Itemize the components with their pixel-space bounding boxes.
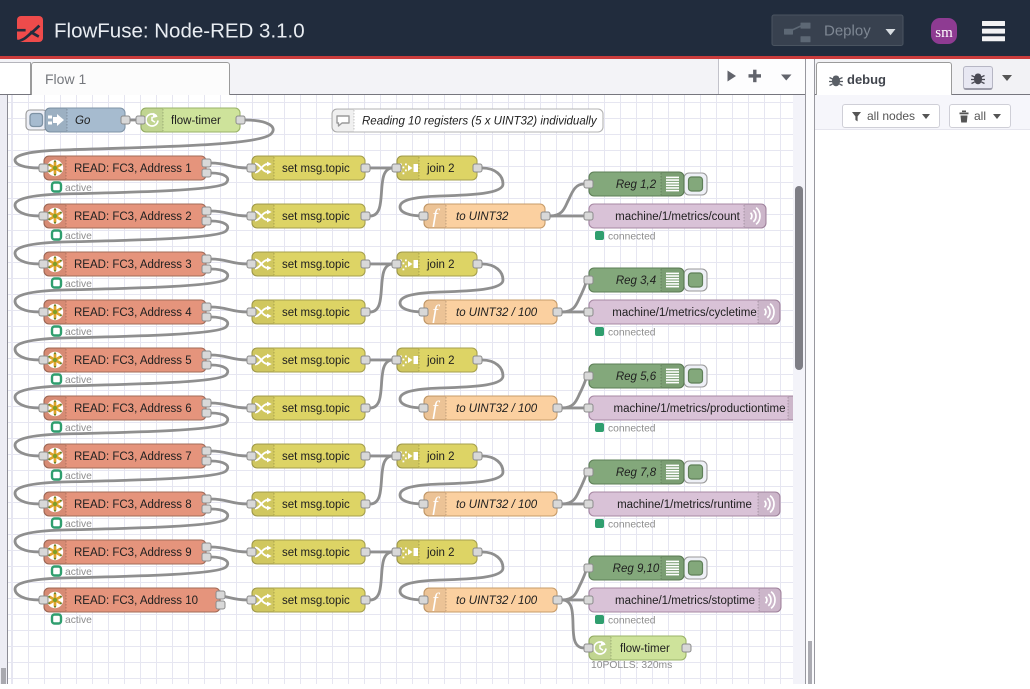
svg-text:READ: FC3, Address 10: READ: FC3, Address 10 — [74, 595, 198, 607]
svg-text:READ: FC3, Address 5: READ: FC3, Address 5 — [74, 355, 192, 367]
svg-text:to UINT32 / 100: to UINT32 / 100 — [456, 595, 538, 607]
svg-text:READ: FC3, Address 9: READ: FC3, Address 9 — [74, 547, 192, 559]
svg-text:active: active — [65, 375, 92, 386]
svg-text:READ: FC3, Address 2: READ: FC3, Address 2 — [74, 211, 192, 223]
svg-text:active: active — [65, 183, 92, 194]
svg-text:active: active — [65, 279, 92, 290]
svg-text:active: active — [65, 423, 92, 434]
svg-text:set msg.topic: set msg.topic — [282, 259, 350, 271]
svg-text:set msg.topic: set msg.topic — [282, 163, 350, 175]
svg-text:set msg.topic: set msg.topic — [282, 451, 350, 463]
svg-text:to UINT32 / 100: to UINT32 / 100 — [456, 499, 538, 511]
svg-text:Reg 5,6: Reg 5,6 — [616, 371, 657, 383]
svg-text:flow-timer: flow-timer — [171, 115, 221, 127]
svg-text:Deploy: Deploy — [824, 23, 871, 40]
svg-text:active: active — [65, 519, 92, 530]
svg-text:Reg 1,2: Reg 1,2 — [616, 179, 657, 191]
svg-text:active: active — [65, 231, 92, 242]
svg-text:active: active — [65, 567, 92, 578]
svg-text:READ: FC3, Address 1: READ: FC3, Address 1 — [74, 163, 192, 175]
svg-text:set msg.topic: set msg.topic — [282, 211, 350, 223]
svg-text:active: active — [65, 327, 92, 338]
svg-text:join 2: join 2 — [426, 355, 455, 367]
svg-text:join 2: join 2 — [426, 547, 455, 559]
svg-text:READ: FC3, Address 6: READ: FC3, Address 6 — [74, 403, 192, 415]
svg-text:set msg.topic: set msg.topic — [282, 403, 350, 415]
svg-text:Reg 9,10: Reg 9,10 — [613, 563, 660, 575]
svg-text:set msg.topic: set msg.topic — [282, 547, 350, 559]
svg-text:to UINT32 / 100: to UINT32 / 100 — [456, 307, 538, 319]
svg-text:FlowFuse: Node-RED 3.1.0: FlowFuse: Node-RED 3.1.0 — [54, 20, 305, 43]
svg-text:machine/1/metrics/count: machine/1/metrics/count — [615, 211, 740, 223]
svg-text:active: active — [65, 471, 92, 482]
svg-text:connected: connected — [608, 231, 656, 242]
svg-text:10POLLS: 320ms: 10POLLS: 320ms — [591, 660, 672, 671]
svg-text:flow-timer: flow-timer — [620, 643, 670, 655]
svg-text:set msg.topic: set msg.topic — [282, 355, 350, 367]
svg-text:Reg 3,4: Reg 3,4 — [616, 275, 656, 287]
svg-text:machine/1/metrics/cycletime: machine/1/metrics/cycletime — [612, 307, 756, 319]
svg-text:join 2: join 2 — [426, 451, 455, 463]
svg-text:machine/1/metrics/runtime: machine/1/metrics/runtime — [617, 499, 752, 511]
svg-text:Reg 7,8: Reg 7,8 — [616, 467, 657, 479]
svg-text:connected: connected — [608, 327, 656, 338]
svg-text:READ: FC3, Address 8: READ: FC3, Address 8 — [74, 499, 192, 511]
svg-text:to UINT32: to UINT32 — [456, 211, 509, 223]
svg-text:active: active — [65, 615, 92, 626]
svg-text:sm: sm — [935, 25, 953, 41]
svg-text:set msg.topic: set msg.topic — [282, 595, 350, 607]
svg-text:connected: connected — [608, 423, 656, 434]
svg-text:join 2: join 2 — [426, 163, 455, 175]
svg-text:connected: connected — [608, 519, 656, 530]
svg-text:READ: FC3, Address 7: READ: FC3, Address 7 — [74, 451, 192, 463]
svg-text:READ: FC3, Address 4: READ: FC3, Address 4 — [74, 307, 192, 319]
svg-text:machine/1/metrics/stoptime: machine/1/metrics/stoptime — [615, 595, 755, 607]
svg-text:join 2: join 2 — [426, 259, 455, 271]
svg-text:Go: Go — [75, 115, 91, 127]
svg-text:set msg.topic: set msg.topic — [282, 307, 350, 319]
svg-text:to UINT32 / 100: to UINT32 / 100 — [456, 403, 538, 415]
svg-text:Reading 10 registers (5 x UINT: Reading 10 registers (5 x UINT32) indivi… — [362, 116, 598, 128]
svg-text:connected: connected — [608, 615, 656, 626]
svg-text:set msg.topic: set msg.topic — [282, 499, 350, 511]
svg-text:READ: FC3, Address 3: READ: FC3, Address 3 — [74, 259, 192, 271]
svg-text:machine/1/metrics/productionti: machine/1/metrics/productiontime — [614, 403, 786, 415]
